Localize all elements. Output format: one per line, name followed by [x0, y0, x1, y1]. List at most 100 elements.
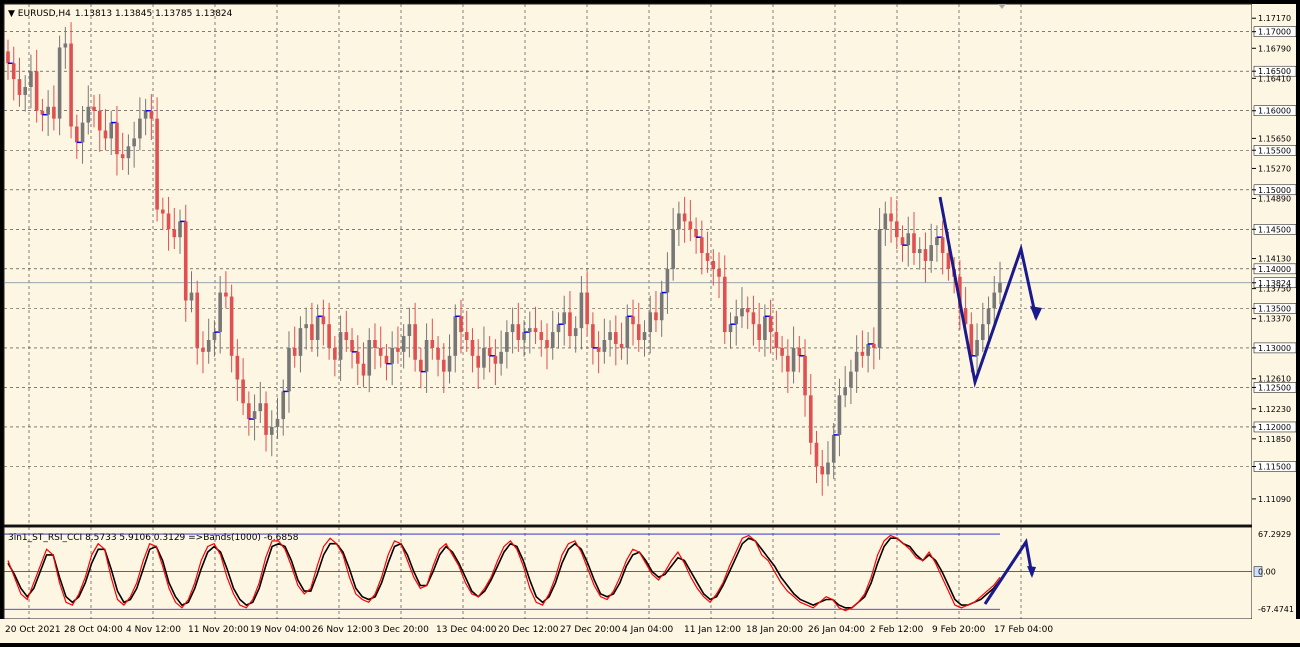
candle-body — [556, 324, 561, 333]
time-label: 20 Dec 12:00 — [498, 625, 559, 635]
candle-body — [539, 332, 544, 341]
price-label: 1.16790 — [1258, 44, 1291, 53]
ohlc-values: 1.13813 1.13845 1.13785 1.13824 — [75, 9, 233, 19]
candle-body — [241, 379, 245, 404]
time-label: 9 Feb 20:00 — [932, 625, 986, 635]
collapse-arrow-icon[interactable]: ▼ — [8, 9, 18, 19]
candle-body — [906, 233, 911, 246]
candle-body — [940, 237, 945, 254]
candle-body — [705, 253, 710, 261]
candle-body — [757, 324, 761, 341]
candle-body — [178, 221, 182, 238]
candle-body — [201, 347, 205, 352]
candle-body — [493, 355, 498, 364]
candle-body — [986, 308, 991, 325]
time-label: 28 Oct 04:00 — [64, 625, 123, 635]
candle-body — [75, 126, 79, 143]
indicator-label: 3in1_ST_RSI_CCI 8.5733 5.9106 0.3129 =>B… — [8, 533, 299, 543]
candle-body — [499, 351, 503, 364]
candle-body — [224, 292, 228, 297]
candle-body — [722, 276, 727, 333]
candle-body — [533, 328, 538, 333]
time-label: 4 Nov 12:00 — [126, 625, 181, 635]
candle-body — [206, 340, 211, 352]
main-chart-pane[interactable] — [3, 3, 1253, 526]
candle-body — [591, 324, 595, 348]
candle-body — [631, 316, 635, 325]
candle-body — [292, 347, 297, 356]
candle-body — [103, 130, 108, 139]
candle-body — [333, 347, 337, 360]
candle-body — [573, 328, 578, 337]
candle-body — [648, 312, 653, 333]
candle-body — [23, 87, 28, 95]
price-label: 1.11850 — [1258, 435, 1291, 444]
candle-body — [143, 110, 148, 119]
candle-body — [763, 316, 767, 341]
candle-body — [700, 237, 704, 254]
candle-body — [287, 347, 291, 392]
time-label: 26 Nov 12:00 — [312, 625, 373, 635]
candle-body — [275, 419, 280, 427]
candle-body — [86, 106, 91, 123]
price-label: 1.12230 — [1258, 405, 1291, 414]
price-label: 1.16410 — [1258, 74, 1291, 83]
candle-body — [29, 71, 33, 88]
candle-body — [579, 292, 584, 329]
time-label: 13 Dec 04:00 — [436, 625, 497, 635]
candle-body — [860, 351, 865, 356]
candle-body — [252, 411, 257, 420]
candle-body — [625, 316, 630, 348]
candle-body — [487, 347, 492, 356]
candle-body — [407, 324, 412, 337]
candle-body — [212, 332, 217, 341]
candle-body — [642, 332, 647, 341]
candle-body — [866, 343, 870, 356]
price-label: 1.12500 — [1258, 383, 1291, 392]
candle-body — [894, 221, 899, 238]
candle-body — [608, 332, 612, 341]
candle-body — [464, 332, 469, 341]
candle-body — [430, 340, 435, 348]
candle-body — [6, 51, 10, 64]
candle-body — [183, 221, 188, 301]
price-label: 1.15000 — [1258, 186, 1291, 195]
chart-svg[interactable]: 1.171701.170001.167901.165001.164101.160… — [0, 0, 1300, 643]
candle-body — [195, 292, 200, 348]
price-label: 1.15650 — [1258, 134, 1291, 143]
candle-body — [740, 308, 744, 317]
candle-body — [745, 308, 750, 313]
candle-body — [132, 138, 136, 147]
candle-body — [688, 221, 693, 230]
candle-body — [791, 347, 796, 372]
candle-body — [269, 426, 274, 435]
candle-body — [522, 332, 526, 341]
candle-body — [900, 237, 905, 246]
candle-body — [281, 391, 286, 420]
candle-body — [436, 347, 440, 360]
candle-body — [568, 312, 572, 337]
time-label: 26 Jan 04:00 — [808, 625, 865, 635]
candle-body — [235, 355, 240, 380]
candle-body — [441, 359, 446, 372]
price-label: 1.15500 — [1258, 146, 1291, 155]
candle-body — [138, 118, 142, 139]
candle-body — [321, 316, 326, 325]
price-label: 1.11500 — [1258, 462, 1291, 471]
candle-body — [671, 229, 675, 269]
candle-body — [149, 110, 154, 119]
candle-body — [189, 292, 194, 301]
candle-body — [126, 146, 131, 159]
candle-body — [998, 283, 1002, 293]
candle-body — [677, 213, 681, 230]
price-label: 1.14890 — [1258, 194, 1291, 203]
candle-body — [528, 328, 532, 333]
candle-body — [52, 106, 56, 119]
candle-body — [550, 332, 555, 348]
candle-body — [92, 106, 96, 111]
candle-body — [826, 462, 830, 475]
candle-body — [545, 340, 549, 348]
candle-body — [476, 355, 480, 368]
candle-body — [109, 122, 114, 139]
candle-body — [304, 324, 308, 329]
